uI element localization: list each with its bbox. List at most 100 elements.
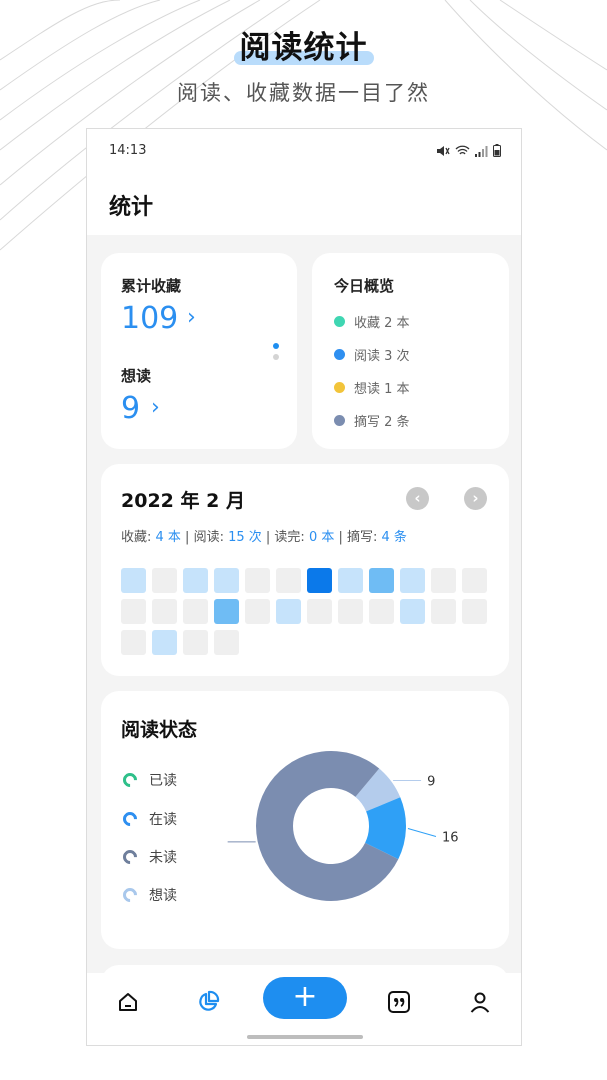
want-dot-icon	[334, 382, 345, 393]
battery-icon	[493, 142, 501, 161]
calendar-day-cell[interactable]	[214, 599, 239, 624]
today-item-text: 想读 1 本	[354, 382, 410, 397]
bottom-nav: +	[87, 973, 521, 1045]
nav-profile[interactable]	[463, 985, 497, 1019]
donut-value-label: 93	[221, 836, 222, 851]
calendar-day-cell[interactable]	[338, 599, 363, 624]
prev-month-button[interactable]: ‹	[406, 487, 429, 510]
calendar-day-cell[interactable]	[369, 599, 394, 624]
want-label: 想读	[121, 367, 152, 385]
next-month-button[interactable]: ›	[464, 487, 487, 510]
page-title: 统计	[109, 195, 154, 220]
reading-ring-icon	[120, 809, 140, 829]
calendar-day-cell[interactable]	[121, 599, 146, 624]
summary-label: | 阅读:	[180, 530, 229, 545]
summary-value: 0 本	[308, 530, 335, 545]
calendar-day-cell[interactable]	[183, 630, 208, 655]
signal-icon	[475, 142, 488, 161]
today-item: 阅读 3 次	[334, 345, 410, 364]
status-legend-item: 在读	[120, 809, 177, 829]
nav-quotes[interactable]	[382, 985, 416, 1019]
calendar-day-cell[interactable]	[152, 630, 177, 655]
add-button[interactable]: +	[263, 977, 347, 1019]
calendar-day-cell[interactable]	[462, 568, 487, 593]
pie-chart-icon	[199, 990, 220, 1011]
today-item-text: 阅读 3 次	[354, 349, 410, 364]
nav-stats[interactable]	[191, 985, 225, 1019]
home-indicator	[247, 1035, 363, 1039]
collect-dot-icon	[334, 316, 345, 327]
today-item: 想读 1 本	[334, 378, 410, 397]
calendar-day-cell[interactable]	[183, 599, 208, 624]
calendar-day-cell[interactable]	[338, 568, 363, 593]
summary-value: 4 本	[155, 530, 181, 545]
calendar-month-title: 2022 年 2 月	[121, 490, 245, 512]
calendar-day-cell[interactable]	[276, 568, 301, 593]
today-item-text: 摘写 2 条	[354, 415, 410, 430]
calendar-summary: 收藏: 4 本 | 阅读: 15 次 | 读完: 0 本 | 摘写: 4 条	[121, 526, 407, 545]
calendar-day-cell[interactable]	[121, 568, 146, 593]
page-dot	[273, 354, 279, 360]
donut-leader-line	[407, 828, 437, 837]
calendar-day-cell[interactable]	[152, 599, 177, 624]
read-ring-icon	[120, 770, 140, 790]
status-bar: 14:13	[87, 129, 521, 173]
today-item-text: 收藏 2 本	[354, 316, 410, 331]
today-item: 摘写 2 条	[334, 411, 410, 430]
nav-home[interactable]	[111, 985, 145, 1019]
phone-screen: 14:13 统计 累计收藏 109 › 想读 9 › 今日概览 收藏 2 本 阅…	[86, 128, 522, 1046]
status-legend-label: 未读	[149, 850, 177, 866]
collect-label: 累计收藏	[121, 277, 182, 295]
calendar-day-cell[interactable]	[214, 630, 239, 655]
wifi-icon	[455, 142, 470, 161]
page-dot-active	[273, 343, 279, 349]
calendar-day-cell[interactable]	[462, 599, 487, 624]
status-legend-item: 未读	[120, 847, 177, 867]
summary-value: 15 次	[228, 530, 262, 545]
want-ring-icon	[120, 885, 140, 905]
today-title: 今日概览	[334, 277, 395, 295]
summary-label: 收藏:	[121, 530, 156, 545]
collect-count[interactable]: 109	[121, 301, 178, 336]
calendar-day-cell[interactable]	[400, 568, 425, 593]
promo-subtitle: 阅读、收藏数据一目了然	[177, 81, 430, 105]
status-legend-label: 已读	[149, 773, 177, 789]
status-legend-item: 想读	[120, 885, 177, 905]
donut-value-label: 9	[427, 774, 435, 789]
status-legend-label: 想读	[149, 888, 177, 904]
want-count[interactable]: 9	[121, 391, 140, 426]
calendar-day-cell[interactable]	[307, 599, 332, 624]
collect-chevron-icon[interactable]: ›	[187, 305, 196, 330]
quote-icon	[388, 991, 410, 1013]
user-icon	[470, 992, 490, 1013]
calendar-day-cell[interactable]	[307, 568, 332, 593]
mute-icon	[436, 142, 450, 161]
calendar-day-cell[interactable]	[431, 568, 456, 593]
reading-status-donut: 9 16 93	[221, 751, 459, 901]
status-icons	[436, 142, 501, 161]
calendar-card: 2022 年 2 月 ‹ › 收藏: 4 本 | 阅读: 15 次 | 读完: …	[101, 464, 509, 676]
calendar-day-cell[interactable]	[400, 599, 425, 624]
calendar-day-cell[interactable]	[245, 568, 270, 593]
today-item: 收藏 2 本	[334, 312, 410, 331]
excerpt-dot-icon	[334, 415, 345, 426]
summary-label: | 读完:	[261, 530, 309, 545]
want-chevron-icon[interactable]: ›	[151, 395, 160, 420]
calendar-day-cell[interactable]	[152, 568, 177, 593]
calendar-day-cell[interactable]	[214, 568, 239, 593]
calendar-day-cell[interactable]	[121, 630, 146, 655]
calendar-day-cell[interactable]	[369, 568, 394, 593]
today-overview-card: 今日概览 收藏 2 本 阅读 3 次 想读 1 本 摘写 2 条	[312, 253, 509, 449]
calendar-day-cell[interactable]	[276, 599, 301, 624]
calendar-day-cell[interactable]	[245, 599, 270, 624]
status-legend-item: 已读	[120, 770, 177, 790]
promo-title: 阅读统计	[239, 30, 368, 66]
reading-status-card: 阅读状态 已读 在读 未读 想读 9 16 93	[101, 691, 509, 949]
summary-label: | 摘写:	[334, 530, 382, 545]
calendar-day-cell[interactable]	[183, 568, 208, 593]
unread-ring-icon	[120, 847, 140, 867]
calendar-day-cell[interactable]	[431, 599, 456, 624]
read-dot-icon	[334, 349, 345, 360]
totals-card: 累计收藏 109 › 想读 9 ›	[101, 253, 297, 449]
home-icon	[119, 993, 137, 1011]
